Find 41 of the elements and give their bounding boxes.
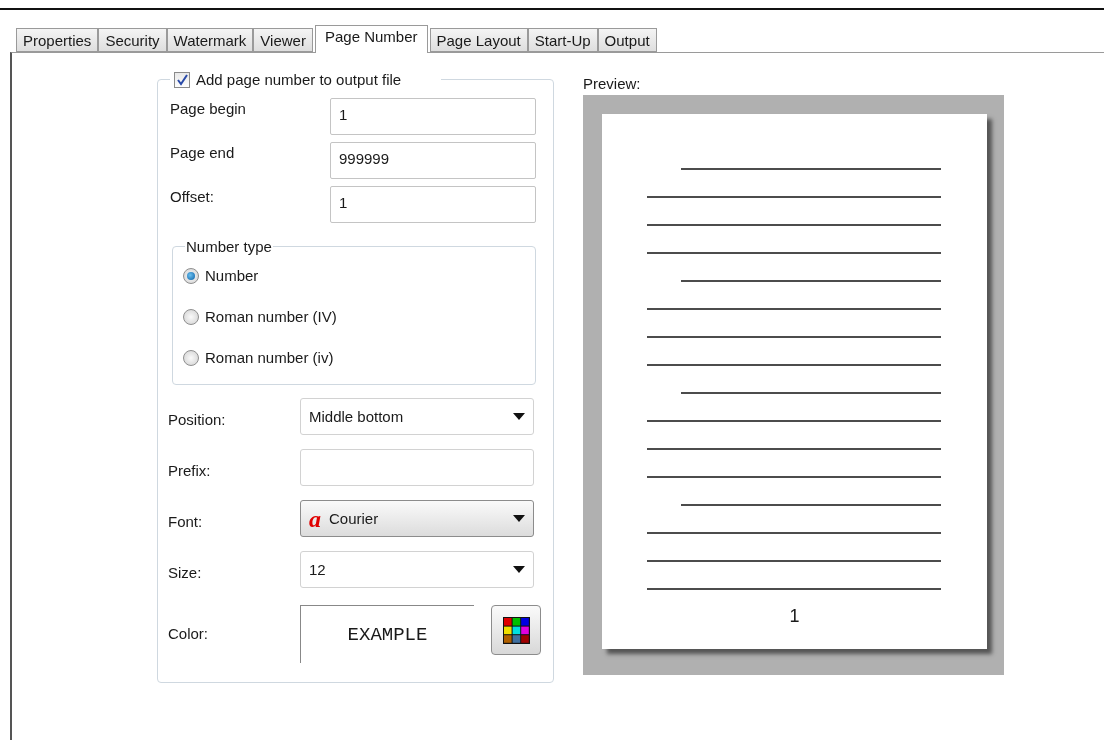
dropdown-caret-icon bbox=[513, 413, 525, 420]
field-label: Font: bbox=[168, 512, 204, 530]
page-number: 1 bbox=[789, 606, 800, 627]
font-dropdown[interactable]: a Courier bbox=[300, 500, 534, 537]
color-picker-button[interactable] bbox=[491, 605, 541, 655]
color-grid-icon bbox=[502, 616, 530, 644]
checkbox-label: Add page number to output file bbox=[196, 71, 402, 88]
radio-button[interactable] bbox=[183, 267, 199, 284]
input-field[interactable]: 1 bbox=[330, 186, 536, 223]
tab[interactable]: Security bbox=[98, 28, 167, 52]
tab[interactable]: Page Layout bbox=[429, 28, 528, 52]
tab[interactable]: Watermark bbox=[166, 28, 254, 52]
example-text: EXAMPLE bbox=[300, 605, 474, 663]
dropdown-caret-icon bbox=[513, 566, 525, 573]
tab[interactable]: Page Number bbox=[314, 25, 428, 53]
preview-label: Preview: bbox=[583, 75, 642, 92]
checkbox[interactable] bbox=[174, 71, 190, 88]
tab[interactable]: Output bbox=[597, 28, 657, 52]
dropdown[interactable]: 12 bbox=[300, 551, 534, 588]
field-label: Color: bbox=[168, 623, 209, 642]
field-label: Offset: bbox=[170, 187, 215, 205]
input-field[interactable]: 999999 bbox=[330, 142, 536, 179]
field-label: Position: bbox=[168, 410, 227, 428]
radio-button[interactable] bbox=[183, 349, 199, 366]
field-label: Page end bbox=[170, 143, 236, 161]
dropdown[interactable]: Middle bottom bbox=[300, 398, 534, 435]
tab[interactable]: Properties bbox=[16, 28, 99, 52]
input-field[interactable]: 1 bbox=[330, 98, 536, 135]
tab[interactable]: Start-Up bbox=[527, 28, 598, 52]
radio-label: Roman number (IV) bbox=[205, 308, 337, 325]
radio-button[interactable] bbox=[183, 308, 199, 325]
tab[interactable]: Viewer bbox=[253, 28, 313, 52]
field-label: Size: bbox=[168, 563, 203, 581]
group-title: Number type bbox=[185, 238, 273, 255]
radio-label: Number bbox=[205, 267, 259, 284]
radio-label: Roman number (iv) bbox=[205, 349, 334, 366]
dropdown-caret-icon bbox=[513, 515, 525, 522]
field-label: Page begin bbox=[170, 99, 247, 117]
font-icon: a bbox=[309, 508, 321, 529]
field-label: Prefix: bbox=[168, 461, 212, 479]
input-field[interactable] bbox=[300, 449, 534, 486]
